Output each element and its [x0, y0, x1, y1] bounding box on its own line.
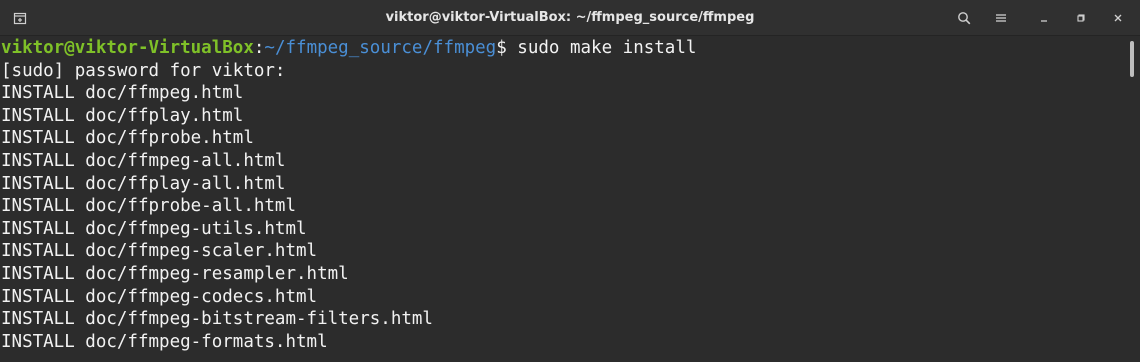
maximize-icon [1077, 14, 1085, 22]
new-tab-icon [13, 12, 27, 25]
prompt-path: ~/ffmpeg_source/ffmpeg [264, 38, 497, 58]
output-line: INSTALL doc/ffprobe.html [1, 128, 254, 149]
menu-button[interactable] [987, 4, 1015, 32]
output-line: INSTALL doc/ffmpeg.html [1, 83, 244, 104]
output-line: INSTALL doc/ffmpeg-formats.html [1, 331, 328, 352]
search-button[interactable] [950, 4, 978, 32]
output-line: INSTALL doc/ffprobe-all.html [1, 196, 297, 217]
prompt-line: viktor@viktor-VirtualBox:~/ffmpeg_source… [0, 37, 1124, 60]
title-bar[interactable]: viktor@viktor-VirtualBox: ~/ffmpeg_sourc… [0, 0, 1140, 36]
prompt-dollar: $ [496, 38, 507, 58]
output-line: INSTALL doc/ffmpeg-scaler.html [1, 241, 318, 262]
output-line: INSTALL doc/ffplay-all.html [1, 173, 286, 194]
output-line: INSTALL doc/ffmpeg-codecs.html [1, 286, 318, 307]
new-tab-button[interactable] [6, 4, 34, 32]
scrollbar-thumb[interactable] [1130, 41, 1134, 77]
prompt-command: sudo make install [506, 38, 697, 58]
prompt-user-host: viktor@viktor-VirtualBox [1, 38, 254, 58]
minimize-button[interactable] [1030, 4, 1058, 32]
output-line: INSTALL doc/ffmpeg-resampler.html [1, 263, 349, 284]
close-icon [1114, 14, 1122, 22]
maximize-button[interactable] [1067, 4, 1095, 32]
terminal-window: viktor@viktor-VirtualBox: ~/ffmpeg_sourc… [0, 0, 1140, 362]
hamburger-menu-icon [996, 14, 1006, 22]
output-line: INSTALL doc/ffmpeg-utils.html [1, 218, 307, 239]
output-line: INSTALL doc/ffmpeg-bitstream-filters.htm… [1, 309, 433, 330]
output-line: [sudo] password for viktor: [1, 60, 286, 81]
search-icon [958, 12, 971, 25]
output-line: INSTALL doc/ffmpeg-all.html [1, 150, 286, 171]
scrollbar[interactable] [1124, 37, 1140, 362]
minimize-icon [1041, 20, 1047, 22]
output-line: INSTALL doc/ffplay.html [1, 105, 244, 126]
terminal-output[interactable]: viktor@viktor-VirtualBox:~/ffmpeg_source… [0, 37, 1124, 362]
prompt-colon: : [253, 38, 265, 58]
close-button[interactable] [1104, 4, 1132, 32]
